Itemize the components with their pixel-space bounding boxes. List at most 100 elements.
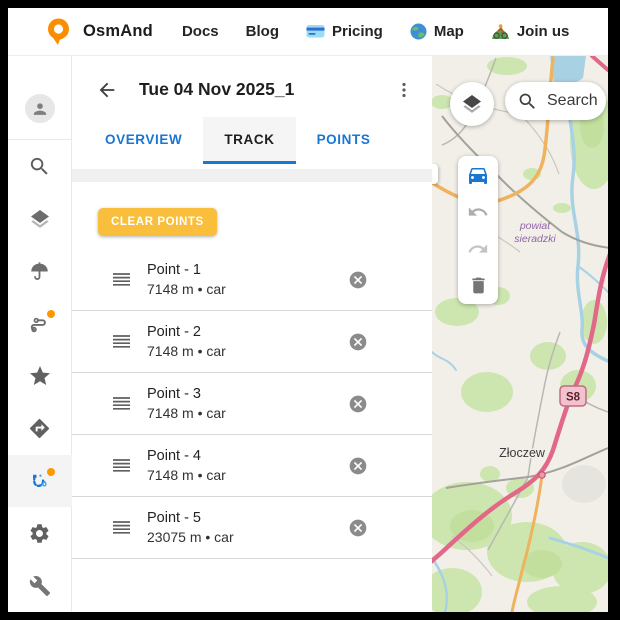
- tabs-divider: [72, 169, 432, 182]
- search-icon: [517, 91, 538, 112]
- cancel-icon: [348, 456, 368, 476]
- point-name: Point - 4: [147, 447, 226, 466]
- point-row-1[interactable]: Point - 1 7148 m • car: [72, 249, 432, 311]
- arrow-back-icon: [96, 79, 118, 101]
- delete-point-button[interactable]: [348, 518, 368, 538]
- map-canvas: powiat sieradzki Złoczew S8: [432, 56, 608, 612]
- sidebar-item-plan-route[interactable]: [8, 455, 72, 507]
- sidebar-item-tools[interactable]: [8, 560, 72, 612]
- trash-icon: [468, 275, 489, 296]
- profile-car-button[interactable]: [458, 156, 498, 193]
- sidebar-item-search[interactable]: [8, 140, 72, 192]
- kebab-menu-icon: [394, 80, 414, 100]
- point-details: 23075 m • car: [147, 528, 234, 547]
- point-name: Point - 5: [147, 509, 234, 528]
- drag-handle-icon[interactable]: [112, 271, 130, 289]
- point-name: Point - 2: [147, 323, 226, 342]
- undo-button[interactable]: [458, 193, 498, 230]
- undo-icon: [467, 201, 489, 223]
- osmand-logo-icon: [45, 17, 72, 47]
- point-row-5[interactable]: Point - 5 23075 m • car: [72, 497, 432, 559]
- route-toolbar: [458, 156, 498, 304]
- drag-handle-icon[interactable]: [112, 333, 130, 351]
- cancel-icon: [348, 518, 368, 538]
- brand-name: OsmAnd: [83, 22, 153, 41]
- point-details: 7148 m • car: [147, 466, 226, 485]
- points-list: Point - 1 7148 m • car Point - 2 7148 m …: [72, 249, 432, 559]
- account-avatar[interactable]: [25, 94, 55, 123]
- drag-handle-icon[interactable]: [112, 395, 130, 413]
- brand[interactable]: OsmAnd: [45, 17, 153, 47]
- cancel-icon: [348, 332, 368, 352]
- content-row: Tue 04 Nov 2025_1 OVERVIEW TRACK POINTS …: [8, 56, 608, 612]
- tab-points[interactable]: POINTS: [296, 117, 392, 164]
- nav-join-us[interactable]: Join us: [491, 23, 570, 40]
- cancel-icon: [348, 270, 368, 290]
- sidebar-item-tracks[interactable]: [8, 297, 72, 349]
- nav-map[interactable]: Map: [410, 23, 464, 40]
- sidebar-item-map-layers[interactable]: [8, 193, 72, 245]
- track-title: Tue 04 Nov 2025_1: [139, 79, 294, 100]
- cancel-icon: [348, 394, 368, 414]
- map-label-region: powiat: [519, 220, 551, 232]
- point-name: Point - 3: [147, 385, 226, 404]
- tab-track[interactable]: TRACK: [203, 117, 295, 164]
- road-junction-marker: [539, 472, 545, 478]
- tracks-badge: [47, 310, 55, 318]
- layers-icon: [460, 92, 484, 116]
- sidebar-item-settings[interactable]: [8, 507, 72, 559]
- redo-button[interactable]: [458, 230, 498, 267]
- cyclist-icon: [491, 23, 510, 40]
- nav-blog[interactable]: Blog: [246, 23, 279, 40]
- point-row-3[interactable]: Point - 3 7148 m • car: [72, 373, 432, 435]
- drag-handle-icon[interactable]: [112, 457, 130, 475]
- point-row-4[interactable]: Point - 4 7148 m • car: [72, 435, 432, 497]
- clear-points-button[interactable]: CLEAR POINTS: [98, 208, 217, 236]
- delete-route-button[interactable]: [458, 267, 498, 304]
- sidebar-item-navigation[interactable]: [8, 402, 72, 454]
- window-frame: OsmAnd Docs Blog Pricing: [0, 0, 620, 620]
- globe-icon: [410, 23, 427, 40]
- delete-point-button[interactable]: [348, 394, 368, 414]
- gear-icon: [28, 522, 51, 545]
- map[interactable]: powiat sieradzki Złoczew S8 Search: [432, 56, 608, 612]
- nav-items: Docs Blog Pricing Map: [182, 23, 569, 40]
- point-details: 7148 m • car: [147, 342, 226, 361]
- top-navbar: OsmAnd Docs Blog Pricing: [8, 8, 608, 56]
- delete-point-button[interactable]: [348, 332, 368, 352]
- point-details: 7148 m • car: [147, 280, 226, 299]
- road-badge-label: S8: [566, 392, 581, 404]
- search-label: Search: [547, 92, 598, 110]
- delete-point-button[interactable]: [348, 456, 368, 476]
- track-panel: Tue 04 Nov 2025_1 OVERVIEW TRACK POINTS …: [72, 56, 432, 612]
- nav-pricing[interactable]: Pricing: [306, 23, 383, 40]
- point-row-2[interactable]: Point - 2 7148 m • car: [72, 311, 432, 373]
- redo-icon: [467, 238, 489, 260]
- panel-header: Tue 04 Nov 2025_1: [72, 56, 432, 117]
- map-label-region: sieradzki: [514, 233, 556, 245]
- delete-point-button[interactable]: [348, 270, 368, 290]
- credit-card-icon: [306, 24, 325, 39]
- back-button[interactable]: [95, 78, 119, 102]
- sidebar: [8, 56, 72, 612]
- sidebar-item-weather[interactable]: [8, 245, 72, 297]
- plan-route-badge: [47, 468, 55, 476]
- star-icon: [28, 364, 52, 388]
- panel-collapse-handle[interactable]: [432, 164, 438, 184]
- map-search-button[interactable]: Search: [505, 82, 606, 120]
- car-icon: [466, 163, 490, 187]
- umbrella-icon: [28, 260, 51, 283]
- wrench-icon: [29, 575, 51, 597]
- layers-icon: [28, 207, 52, 231]
- track-menu-button[interactable]: [392, 78, 416, 102]
- drag-handle-icon[interactable]: [112, 519, 130, 537]
- sidebar-item-favorites[interactable]: [8, 350, 72, 402]
- panel-tabs: OVERVIEW TRACK POINTS: [72, 117, 432, 164]
- directions-icon: [28, 417, 51, 440]
- app-screen: OsmAnd Docs Blog Pricing: [8, 8, 608, 612]
- map-layers-button[interactable]: [450, 82, 494, 126]
- point-name: Point - 1: [147, 261, 226, 280]
- tab-overview[interactable]: OVERVIEW: [84, 117, 203, 164]
- search-icon: [28, 155, 51, 178]
- nav-docs[interactable]: Docs: [182, 23, 219, 40]
